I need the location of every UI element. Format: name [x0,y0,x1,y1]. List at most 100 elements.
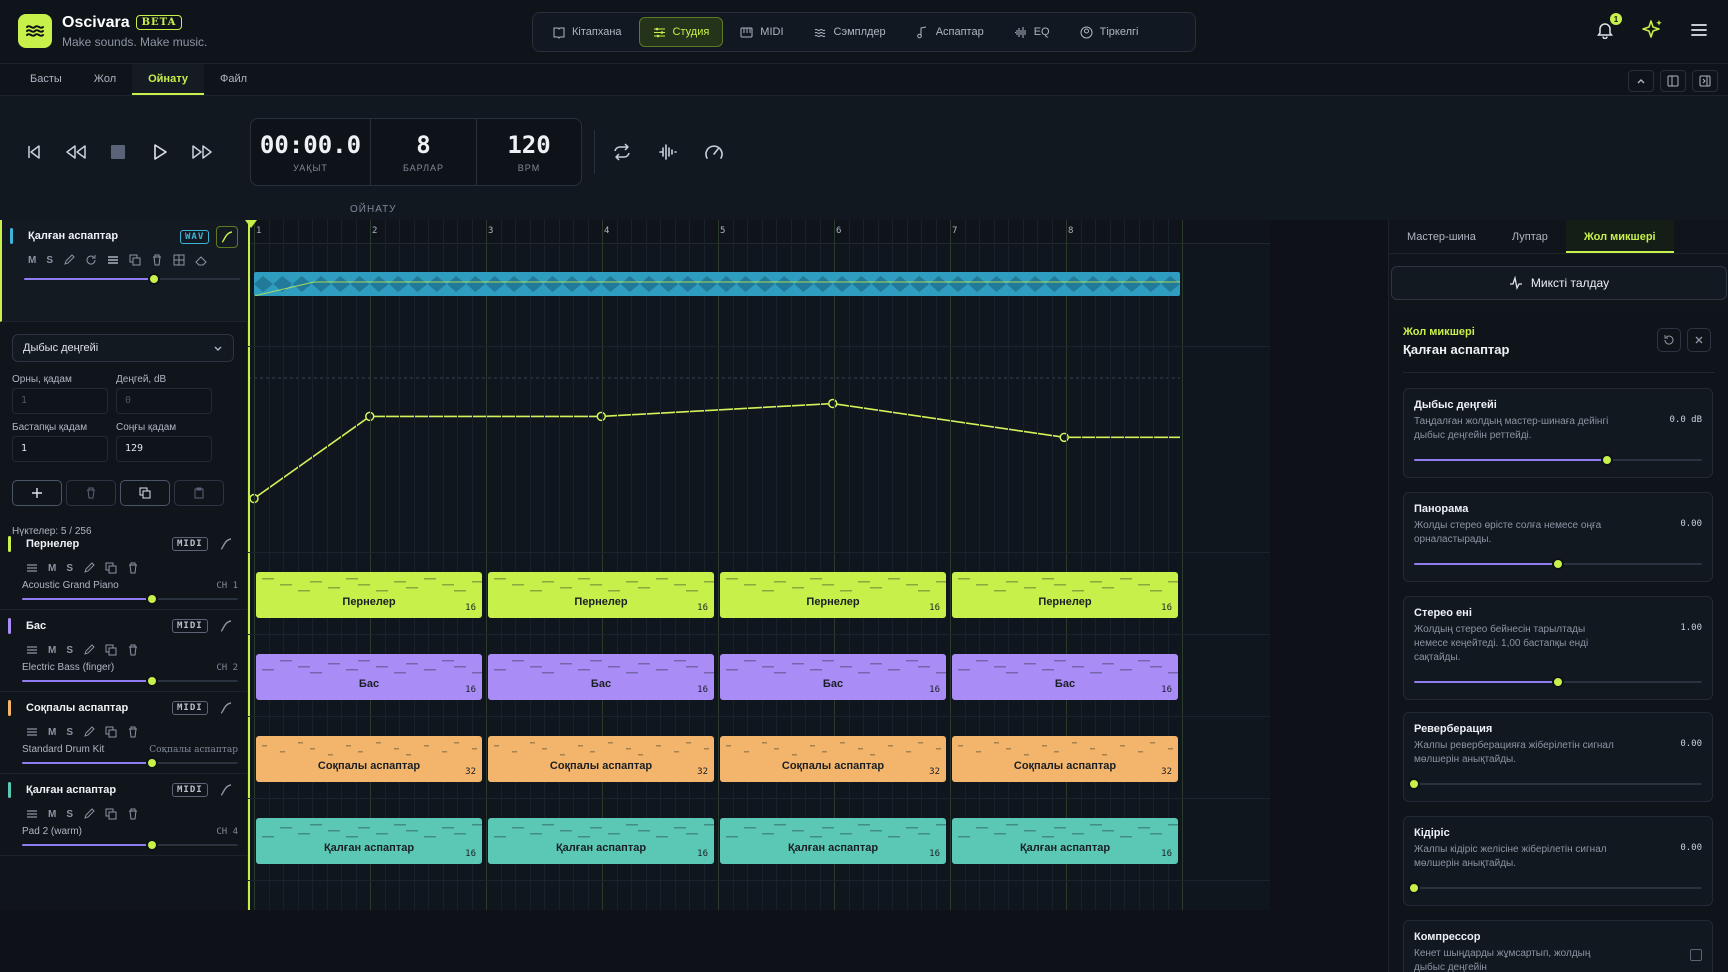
close-mixer-button[interactable] [1687,328,1711,352]
midi-clip[interactable]: Соқпалы аспаптар 32 [720,736,946,782]
toggle-right-panel-button[interactable] [1692,70,1718,92]
mixer-slider[interactable] [1414,676,1702,688]
add-node-button[interactable] [12,480,62,506]
toggle-left-panel-button[interactable] [1660,70,1686,92]
nav-item-0[interactable]: Кітапхана [539,17,635,47]
refresh-icon[interactable] [85,254,97,266]
solo-button[interactable]: S [46,255,53,266]
subtab-0[interactable]: Басты [14,64,78,95]
track-header[interactable]: Соқпалы аспаптар MIDI M S Standard Drum Kit С… [0,692,248,774]
mixer-slider-knob[interactable] [1552,558,1564,570]
solo-button[interactable]: S [66,809,73,820]
midi-clip[interactable]: Бас 16 [720,654,946,700]
subtab-3[interactable]: Файл [204,64,263,95]
reset-button[interactable] [1657,328,1681,352]
grid-icon[interactable] [173,254,185,266]
midi-clip[interactable]: Соқпалы аспаптар 32 [256,736,482,782]
mixer-slider-knob[interactable] [1552,676,1564,688]
mute-button[interactable]: M [48,727,56,738]
midi-clip[interactable]: Соқпалы аспаптар 32 [952,736,1178,782]
nav-item-4[interactable]: Аспаптар [903,17,997,47]
midi-clip[interactable]: Бас 16 [488,654,714,700]
right-tab-2[interactable]: Жол микшері [1565,220,1674,253]
nav-item-1[interactable]: Студия [638,17,724,47]
midi-clip[interactable]: Қалған аспаптар 16 [488,818,714,864]
bpm-display[interactable]: 120 BPM [477,119,581,185]
audio-clip[interactable] [254,272,1180,296]
volume-knob[interactable] [145,675,158,687]
volume-knob[interactable] [145,593,158,605]
automation-node[interactable] [828,398,838,409]
right-tab-1[interactable]: Луптар [1494,220,1566,253]
track-header[interactable]: Пернелер MIDI M S Acoustic Grand Piano CH 1 [0,528,248,610]
automation-param-select[interactable]: Дыбыс деңгейі [12,334,234,362]
volume-slider[interactable] [22,839,238,851]
eraser-icon[interactable] [195,254,207,266]
track-header[interactable]: Қалған аспаптар MIDI M S Pad 2 (warm) CH 4 [0,774,248,856]
collapse-button[interactable] [1628,70,1654,92]
solo-button[interactable]: S [66,645,73,656]
midi-clip[interactable]: Қалған аспаптар 16 [952,818,1178,864]
metronome-button[interactable] [656,140,680,164]
midi-clip[interactable]: Қалған аспаптар 16 [256,818,482,864]
midi-clip[interactable]: Соқпалы аспаптар 32 [488,736,714,782]
solo-button[interactable]: S [66,563,73,574]
copy-icon[interactable] [129,254,141,266]
subtab-1[interactable]: Жол [78,64,132,95]
midi-clip[interactable]: Пернелер 16 [488,572,714,618]
position-input[interactable]: 1 [12,388,108,414]
track-header[interactable]: Бас MIDI M S Electric Bass (finger) CH 2 [0,610,248,692]
mixer-slider[interactable] [1408,778,1702,790]
timeline[interactable]: 12345678 Пернелер 16 Пернелер 16 Пернелер 16 П… [245,220,1270,910]
start-step-input[interactable]: 1 [12,436,108,462]
mixer-slider-knob[interactable] [1408,882,1420,894]
track-header[interactable]: Қалған аспаптар WAV M S [0,220,248,322]
stop-button[interactable] [106,140,130,164]
midi-clip[interactable]: Бас 16 [256,654,482,700]
app-logo[interactable] [18,14,52,48]
ruler[interactable]: 12345678 [248,220,1270,244]
nav-item-5[interactable]: EQ [1001,17,1063,47]
automation-node[interactable] [1059,432,1069,443]
mixer-slider[interactable] [1414,454,1702,466]
midi-clip[interactable]: Пернелер 16 [256,572,482,618]
fast-forward-button[interactable] [190,140,214,164]
paste-node-button[interactable] [174,480,224,506]
trash-icon[interactable] [151,254,163,266]
ai-assist-button[interactable] [1640,18,1664,45]
skip-start-button[interactable] [22,140,46,164]
midi-clip[interactable]: Бас 16 [952,654,1178,700]
volume-slider[interactable] [24,273,240,285]
copy-node-button[interactable] [120,480,170,506]
compressor-checkbox[interactable] [1690,949,1702,961]
subtab-2[interactable]: Ойнату [132,64,204,95]
playhead-handle[interactable] [245,220,257,228]
analyze-mix-button[interactable]: Миксті талдау [1391,266,1727,300]
mixer-slider-knob[interactable] [1408,778,1420,790]
tempo-button[interactable] [702,140,726,164]
loop-button[interactable] [610,140,634,164]
level-input[interactable]: 0 [116,388,212,414]
nav-item-6[interactable]: Тіркелгі [1067,17,1152,47]
volume-knob[interactable] [145,757,158,769]
right-tab-0[interactable]: Мастер-шина [1389,220,1494,253]
midi-clip[interactable]: Қалған аспаптар 16 [720,818,946,864]
sliders-icon[interactable] [107,254,119,266]
notifications-button[interactable]: 1 [1596,13,1622,42]
midi-clip[interactable]: Пернелер 16 [720,572,946,618]
nav-item-2[interactable]: MIDI [727,17,796,47]
end-step-input[interactable]: 129 [116,436,212,462]
pencil-icon[interactable] [63,254,75,266]
play-button[interactable] [148,140,172,164]
rewind-button[interactable] [64,140,88,164]
delete-node-button[interactable] [66,480,116,506]
solo-button[interactable]: S [66,727,73,738]
volume-knob[interactable] [145,839,158,851]
mute-button[interactable]: M [28,255,36,266]
menu-button[interactable] [1690,21,1708,42]
playhead[interactable] [248,220,250,910]
mixer-slider[interactable] [1414,558,1702,570]
mute-button[interactable]: M [48,809,56,820]
midi-clip[interactable]: Пернелер 16 [952,572,1178,618]
volume-slider[interactable] [22,593,238,605]
